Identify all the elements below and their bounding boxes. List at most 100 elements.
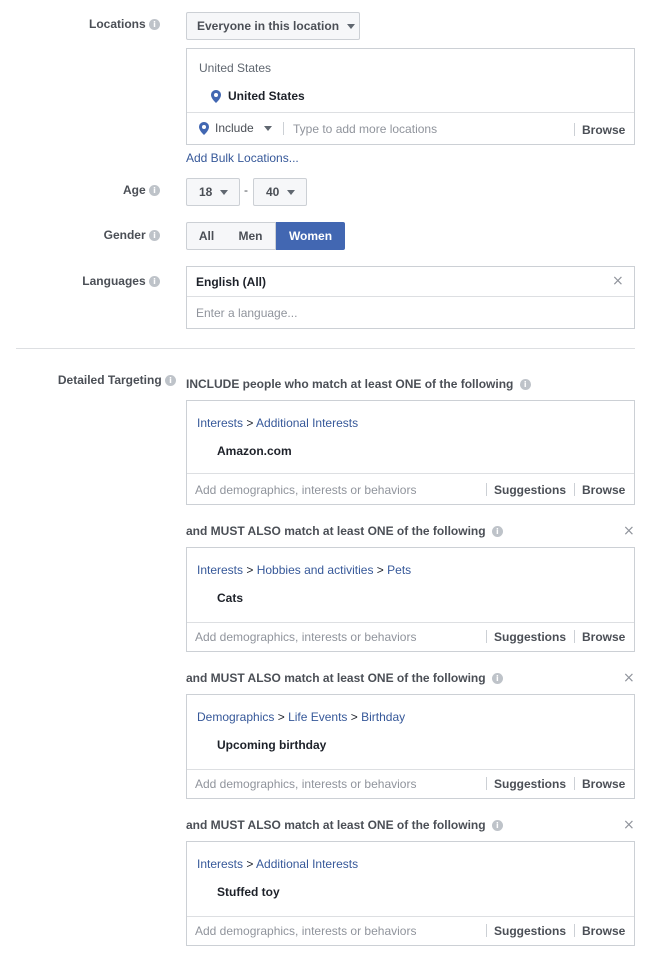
browse-button[interactable]: Browse — [582, 924, 625, 938]
browse-button[interactable]: Browse — [582, 483, 625, 497]
separator — [574, 630, 575, 643]
must-heading-text: and MUST ALSO match at least ONE of the … — [186, 524, 486, 538]
suggestions-button[interactable]: Suggestions — [494, 777, 566, 791]
gender-men-button[interactable]: Men — [226, 222, 276, 250]
selected-location-name: United States — [228, 89, 305, 103]
include-heading: INCLUDE people who match at least ONE of… — [186, 377, 531, 391]
info-icon[interactable]: i — [149, 185, 160, 197]
breadcrumb: Interests > Additional Interests — [197, 857, 359, 871]
close-icon[interactable]: × — [612, 273, 624, 289]
separator — [574, 483, 575, 496]
locations-box: United States United States Include Type… — [186, 48, 635, 145]
divider — [187, 769, 634, 770]
targeting-item[interactable]: Amazon.com — [217, 444, 292, 458]
separator — [486, 777, 487, 790]
breadcrumb-item[interactable]: Interests — [197, 857, 243, 871]
detailed-targeting-label-text: Detailed Targeting — [57, 373, 162, 387]
breadcrumb-item[interactable]: Interests — [197, 563, 243, 577]
include-dropdown[interactable]: Include — [199, 121, 272, 135]
divider — [187, 473, 634, 474]
info-icon[interactable]: i — [519, 379, 531, 391]
must-heading: and MUST ALSO match at least ONE of the … — [186, 818, 503, 832]
separator — [486, 924, 487, 937]
suggestions-button[interactable]: Suggestions — [494, 483, 566, 497]
info-icon[interactable]: i — [149, 276, 160, 288]
info-icon[interactable]: i — [149, 230, 160, 242]
age-dash: - — [244, 183, 248, 197]
location-pin-icon — [199, 121, 209, 135]
locations-label: Locations i — [0, 17, 160, 31]
breadcrumb: Interests > Additional Interests — [197, 416, 359, 430]
divider — [187, 916, 634, 917]
age-min-value: 18 — [199, 185, 213, 199]
language-input[interactable]: Enter a language... — [196, 306, 297, 320]
close-icon[interactable]: × — [623, 523, 635, 539]
separator — [574, 123, 575, 136]
must-heading: and MUST ALSO match at least ONE of the … — [186, 524, 503, 538]
age-max-value: 40 — [266, 185, 280, 199]
country-header: United States — [199, 61, 272, 75]
divider — [187, 622, 634, 623]
chevron-down-icon — [263, 125, 272, 131]
browse-button[interactable]: Browse — [582, 777, 625, 791]
browse-button[interactable]: Browse — [582, 630, 625, 644]
suggestions-button[interactable]: Suggestions — [494, 924, 566, 938]
separator — [574, 924, 575, 937]
targeting-input[interactable]: Add demographics, interests or behaviors — [195, 777, 416, 791]
targeting-item[interactable]: Upcoming birthday — [217, 738, 326, 752]
close-icon[interactable]: × — [623, 670, 635, 686]
age-min-dropdown[interactable]: 18 — [186, 178, 240, 206]
info-icon[interactable]: i — [491, 526, 503, 538]
gender-all-button[interactable]: All — [186, 222, 227, 250]
info-icon[interactable]: i — [165, 375, 176, 387]
breadcrumb-item[interactable]: Life Events — [288, 710, 347, 724]
locations-label-text: Locations — [88, 17, 146, 31]
separator — [486, 630, 487, 643]
info-icon[interactable]: i — [491, 673, 503, 685]
location-search-input[interactable]: Type to add more locations — [293, 122, 437, 136]
include-heading-text: INCLUDE people who match at least ONE of… — [186, 377, 514, 391]
breadcrumb: Demographics > Life Events > Birthday — [197, 710, 406, 724]
detailed-targeting-label: Detailed Targeting i — [0, 373, 176, 387]
breadcrumb-item[interactable]: Interests — [197, 416, 243, 430]
selected-language: English (All) — [196, 275, 266, 289]
languages-label: Languages i — [0, 274, 160, 288]
targeting-item[interactable]: Stuffed toy — [217, 885, 280, 899]
targeting-group: Interests > Additional Interests Stuffed… — [186, 841, 635, 946]
gender-label-text: Gender — [103, 228, 146, 242]
breadcrumb-item[interactable]: Demographics — [197, 710, 274, 724]
must-heading-text: and MUST ALSO match at least ONE of the … — [186, 671, 486, 685]
chevron-down-icon — [347, 23, 356, 29]
breadcrumb-item[interactable]: Hobbies and activities — [257, 563, 374, 577]
selected-location[interactable]: United States — [211, 89, 305, 103]
close-icon[interactable]: × — [623, 817, 635, 833]
must-heading: and MUST ALSO match at least ONE of the … — [186, 671, 503, 685]
targeting-input[interactable]: Add demographics, interests or behaviors — [195, 483, 416, 497]
divider — [187, 296, 634, 297]
separator — [283, 122, 284, 135]
breadcrumb-item[interactable]: Additional Interests — [256, 857, 358, 871]
targeting-input[interactable]: Add demographics, interests or behaviors — [195, 924, 416, 938]
targeting-item[interactable]: Cats — [217, 591, 243, 605]
location-browse-button[interactable]: Browse — [582, 123, 625, 137]
gender-women-button[interactable]: Women — [276, 222, 345, 250]
breadcrumb-item[interactable]: Pets — [387, 563, 411, 577]
age-label-text: Age — [122, 183, 146, 197]
suggestions-button[interactable]: Suggestions — [494, 630, 566, 644]
targeting-input[interactable]: Add demographics, interests or behaviors — [195, 630, 416, 644]
targeting-group: Interests > Additional Interests Amazon.… — [186, 400, 635, 505]
breadcrumb-item[interactable]: Birthday — [361, 710, 405, 724]
section-divider — [16, 348, 635, 349]
separator — [574, 777, 575, 790]
info-icon[interactable]: i — [149, 19, 160, 31]
location-scope-dropdown[interactable]: Everyone in this location — [186, 12, 360, 40]
add-bulk-locations-link[interactable]: Add Bulk Locations... — [186, 151, 299, 165]
location-scope-value: Everyone in this location — [197, 19, 340, 33]
age-max-dropdown[interactable]: 40 — [253, 178, 307, 206]
breadcrumb-item[interactable]: Additional Interests — [256, 416, 358, 430]
targeting-group: Demographics > Life Events > Birthday Up… — [186, 694, 635, 799]
languages-label-text: Languages — [82, 274, 146, 288]
info-icon[interactable]: i — [491, 820, 503, 832]
must-heading-text: and MUST ALSO match at least ONE of the … — [186, 818, 486, 832]
gender-label: Gender i — [0, 228, 160, 242]
